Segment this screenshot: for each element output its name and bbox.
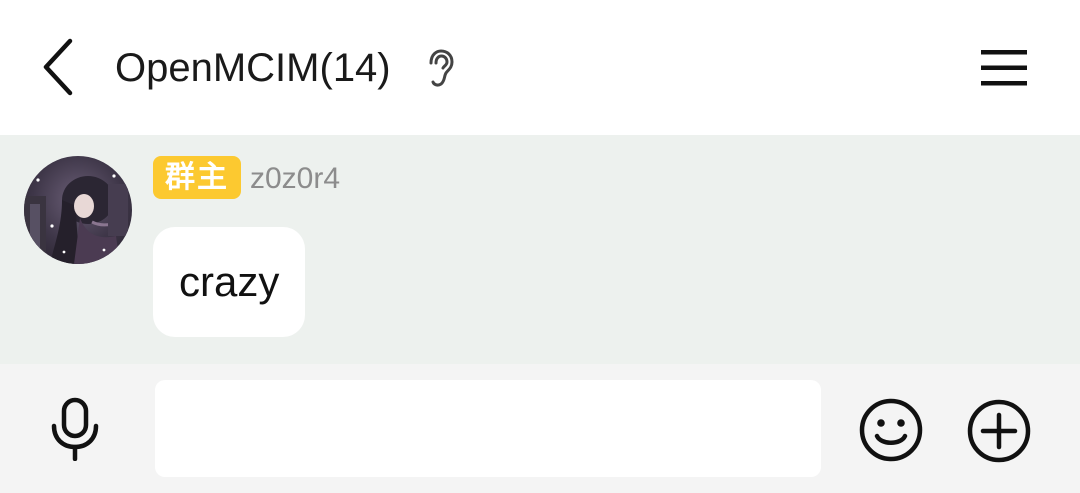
message-text: crazy <box>179 258 280 305</box>
ear-icon[interactable] <box>422 48 458 88</box>
plus-circle-icon[interactable] <box>966 398 1032 464</box>
voice-button[interactable] <box>40 394 110 464</box>
menu-button[interactable] <box>972 40 1036 96</box>
back-arrow-icon[interactable] <box>38 37 78 97</box>
avatar[interactable] <box>24 156 132 264</box>
back-button[interactable] <box>28 34 88 100</box>
input-bar <box>0 364 1080 493</box>
sender-name[interactable]: z0z0r4 <box>250 161 340 197</box>
message-input[interactable] <box>155 380 821 477</box>
owner-badge: 群主 <box>153 156 241 199</box>
microphone-icon[interactable] <box>47 397 103 461</box>
message-list[interactable]: 群主 z0z0r4 crazy <box>0 135 1080 364</box>
top-bar: OpenMCIM(14) <box>0 0 1080 135</box>
more-button[interactable] <box>963 395 1035 467</box>
emoji-button[interactable] <box>856 395 926 465</box>
message-bubble[interactable]: crazy <box>153 227 306 337</box>
smiley-face-icon[interactable] <box>858 397 924 463</box>
avatar-image <box>24 156 132 264</box>
menu-icon[interactable] <box>981 48 1027 88</box>
chat-title: OpenMCIM(14) <box>115 46 391 90</box>
